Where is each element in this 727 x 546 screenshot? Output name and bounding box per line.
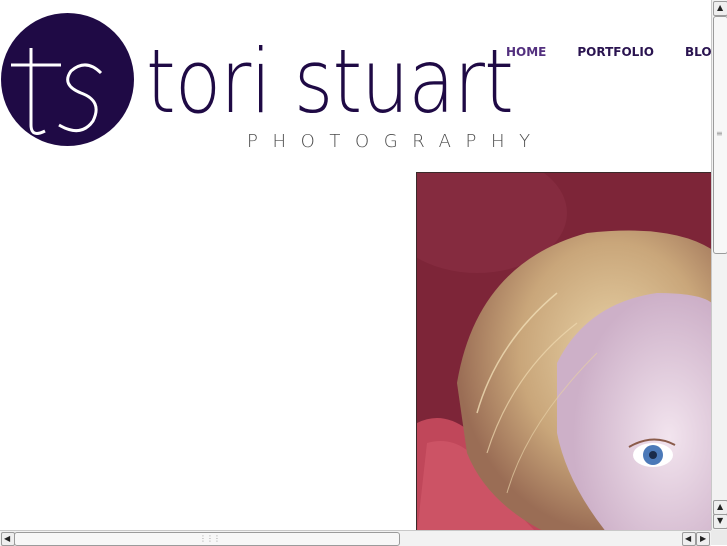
- arrow-right-icon[interactable]: ▶: [696, 532, 710, 546]
- scrollbar-corner: [711, 530, 727, 545]
- vertical-scrollbar[interactable]: ▲ ≡ ▲ ▼: [711, 0, 727, 530]
- horizontal-scrollbar[interactable]: ◀ ⋮⋮⋮ ◀ ▶: [0, 530, 711, 546]
- arrow-up-icon[interactable]: ▲: [713, 500, 727, 515]
- horizontal-scroll-thumb[interactable]: ⋮⋮⋮: [14, 532, 400, 546]
- arrow-left-icon[interactable]: ◀: [682, 532, 696, 546]
- main-nav: HOME PORTFOLIO BLOG: [506, 45, 711, 59]
- arrow-down-icon[interactable]: ▼: [713, 514, 727, 529]
- nav-home[interactable]: HOME: [506, 45, 546, 59]
- vertical-scroll-thumb[interactable]: ≡: [713, 16, 727, 254]
- page-viewport: tori stuart PHOTOGRAPHY HOME PORTFOLIO B…: [0, 0, 711, 530]
- brand-tagline: PHOTOGRAPHY: [247, 131, 545, 152]
- arrow-up-icon[interactable]: ▲: [713, 1, 727, 16]
- nav-portfolio[interactable]: PORTFOLIO: [577, 45, 654, 59]
- child-portrait-photo-icon: [417, 173, 711, 530]
- hero-photo[interactable]: [416, 172, 711, 530]
- arrow-left-icon[interactable]: ◀: [1, 532, 15, 546]
- brand-name: tori stuart: [146, 30, 514, 133]
- nav-blog[interactable]: BLOG: [685, 45, 711, 59]
- logo-circle[interactable]: [1, 13, 134, 146]
- ts-monogram-logo-icon: [11, 48, 103, 135]
